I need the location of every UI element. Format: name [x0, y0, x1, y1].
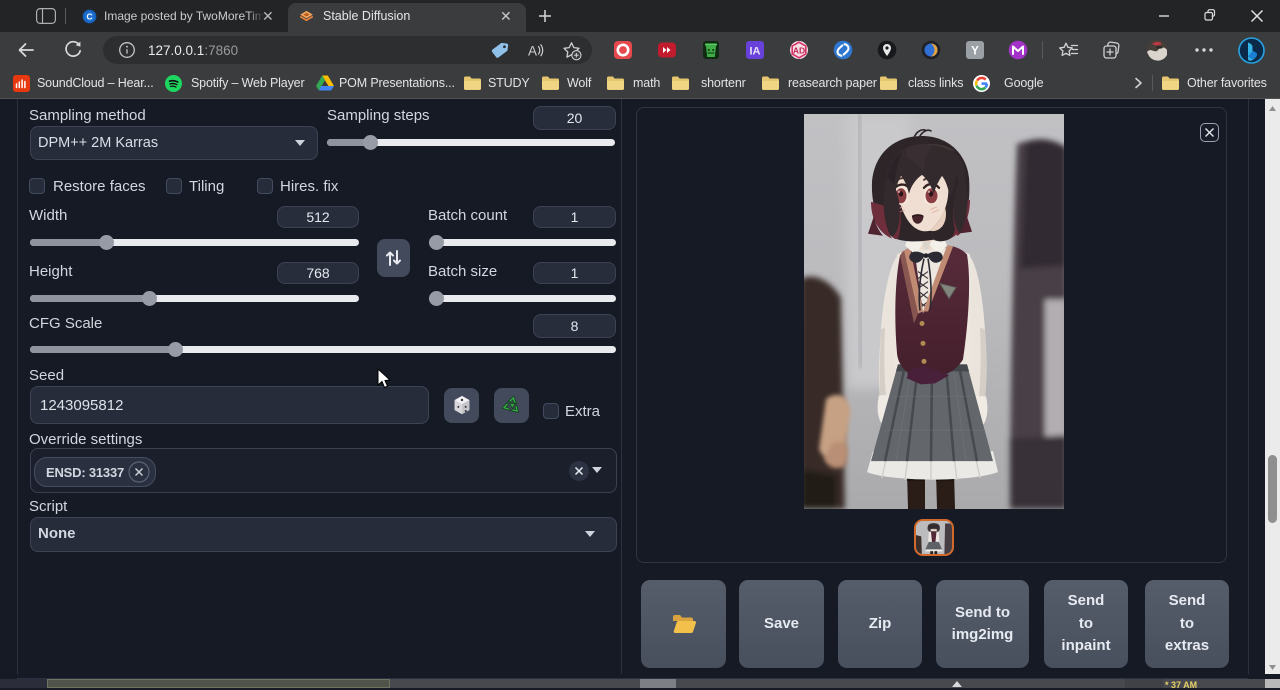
svg-text:A: A [528, 44, 537, 59]
svg-text:AD: AD [793, 46, 805, 56]
svg-text:IA: IA [750, 45, 761, 57]
svg-text:Y: Y [971, 46, 979, 58]
svg-text:C: C [86, 11, 92, 21]
